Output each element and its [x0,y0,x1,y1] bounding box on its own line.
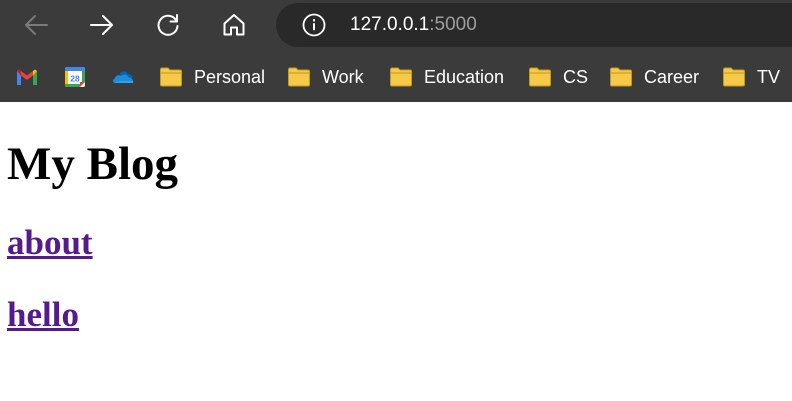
bookmark-work[interactable]: Work [287,62,364,92]
bookmark-label: Work [322,66,364,87]
calendar-badge: 28 [70,74,80,84]
folder-icon [288,67,310,87]
back-button[interactable] [17,7,55,43]
calendar-icon: 28 [65,67,85,87]
reload-button[interactable] [149,7,187,43]
bookmark-cs[interactable]: CS [528,62,588,92]
post-link-about[interactable]: about [7,223,93,262]
gmail-icon [17,69,37,85]
bookmarks-bar: 28 Personal Work Education CS Career TV [0,52,792,102]
arrow-left-icon [25,15,48,35]
bookmark-label: Personal [194,66,266,87]
folder-icon [160,67,182,87]
home-icon [223,14,245,36]
bookmark-education[interactable]: Education [389,62,504,92]
forward-button[interactable] [83,7,121,43]
bookmark-personal[interactable]: Personal [159,62,265,92]
browser-toolbar: 127.0.0.1:5000 [0,0,792,52]
post-heading-about: about [7,223,93,263]
folder-icon [723,67,745,87]
post-heading-hello: hello [7,295,79,335]
bookmark-label: CS [563,66,589,87]
folder-icon [390,67,412,87]
info-icon[interactable] [302,13,326,37]
bookmark-career[interactable]: Career [609,62,699,92]
folder-icon [610,67,632,87]
bookmark-label: TV [757,66,781,87]
reload-icon [157,14,179,36]
url-host: 127.0.0.1 [350,14,430,35]
bookmark-label: Education [424,66,505,87]
page-content: My Blog about hello [0,102,792,401]
bookmark-gmail[interactable] [15,62,39,92]
browser-chrome: 127.0.0.1:5000 28 Personal Work Educatio… [0,0,792,102]
post-link-hello[interactable]: hello [7,295,79,334]
onedrive-icon [112,71,134,83]
bookmark-tv[interactable]: TV [722,62,780,92]
bookmark-label: Career [644,66,700,87]
page-title: My Blog [7,138,179,190]
url-text[interactable]: 127.0.0.1:5000 [350,14,477,36]
folder-icon [529,67,551,87]
arrow-right-icon [90,15,113,35]
bookmark-calendar[interactable]: 28 [63,62,87,92]
bookmark-onedrive[interactable] [111,62,135,92]
home-button[interactable] [215,7,253,43]
url-port: :5000 [429,14,477,35]
address-bar[interactable]: 127.0.0.1:5000 [276,3,792,47]
